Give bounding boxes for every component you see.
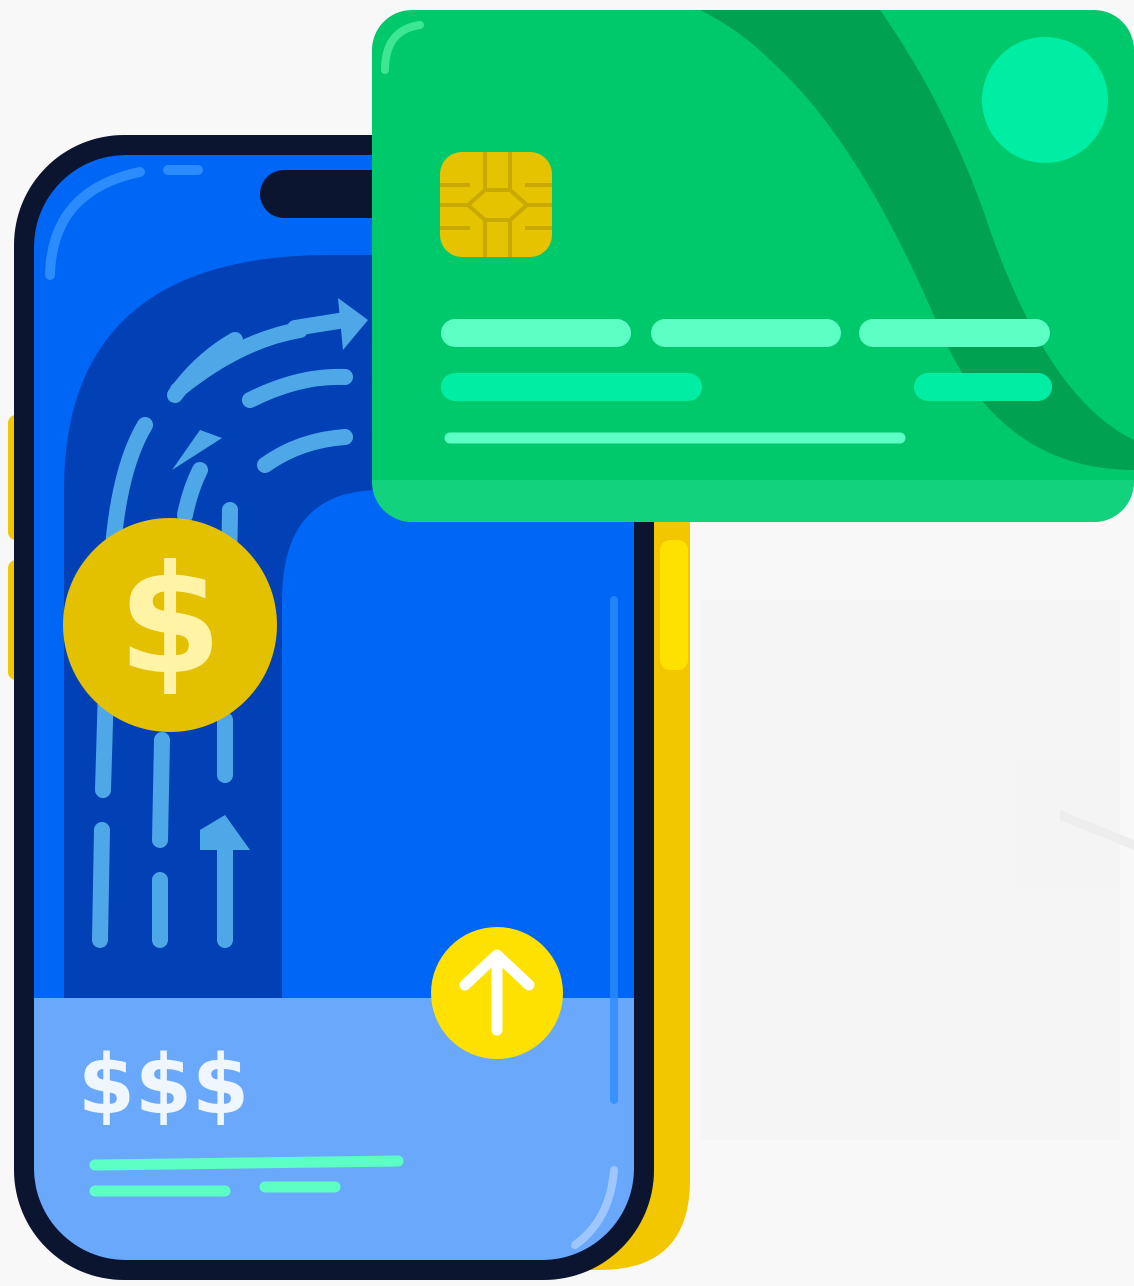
card-dot	[982, 37, 1108, 163]
background-smudges	[700, 600, 1134, 1140]
coin-symbol: $	[118, 534, 222, 708]
dollar-coin-icon: $	[63, 518, 277, 732]
upload-button[interactable]	[431, 927, 563, 1059]
card-chip-icon	[440, 152, 552, 257]
credit-card	[372, 10, 1134, 522]
phone-card-payment-illustration: $ $$$	[8, 10, 1134, 1280]
balance-label: $$$	[78, 1038, 249, 1133]
illustration-canvas: $ $$$	[0, 0, 1134, 1286]
